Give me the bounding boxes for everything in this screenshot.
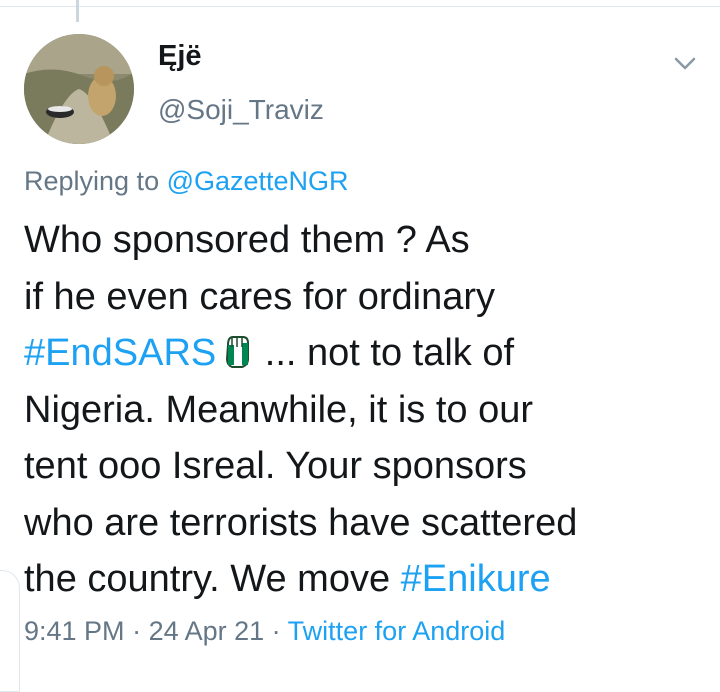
meta-separator: · <box>124 616 149 646</box>
tweet-line: who are terrorists have scattered <box>24 501 578 544</box>
tweet-line: the country. We move #Enikure <box>24 551 704 608</box>
author-name[interactable]: Ęjë <box>158 40 202 73</box>
top-divider <box>0 6 720 7</box>
thread-connector-line <box>76 0 79 22</box>
avatar-photo <box>24 34 134 144</box>
replying-to-handle-link[interactable]: @GazetteNGR <box>167 166 349 196</box>
tweet-line: #EndSARS ... not to talk of <box>24 325 704 382</box>
hashtag-endsars-link[interactable]: #EndSARS <box>24 332 216 374</box>
tweet-time[interactable]: 9:41 PM <box>24 616 125 646</box>
tweet-line: if he even cares for ordinary <box>24 275 496 318</box>
card-edge <box>0 570 20 692</box>
author-handle[interactable]: @Soji_Traviz <box>158 94 324 126</box>
meta-separator: · <box>264 616 288 646</box>
tweet-source-link[interactable]: Twitter for Android <box>288 616 506 646</box>
chevron-down-icon[interactable] <box>670 48 700 78</box>
tweet-meta: 9:41 PM · 24 Apr 21 · Twitter for Androi… <box>24 616 505 647</box>
avatar[interactable] <box>24 34 134 144</box>
tweet-line: tent ooo Isreal. Your sponsors <box>24 445 527 487</box>
hashtag-enikure-link[interactable]: #Enikure <box>401 558 551 600</box>
replying-to-label: Replying to <box>24 166 167 196</box>
tweet-text: Who sponsored them ? As if he even cares… <box>24 212 704 608</box>
tweet-date[interactable]: 24 Apr 21 <box>149 616 265 646</box>
raised-fist-nigeria-flag-icon <box>220 331 254 371</box>
tweet-line-text: ... not to talk of <box>254 332 515 374</box>
replying-to: Replying to @GazetteNGR <box>24 166 349 197</box>
tweet-line-text: the country. We move <box>24 558 401 600</box>
tweet-line: Nigeria. Meanwhile, it is to our <box>24 388 533 431</box>
tweet-line: Who sponsored them ? As <box>24 219 470 261</box>
